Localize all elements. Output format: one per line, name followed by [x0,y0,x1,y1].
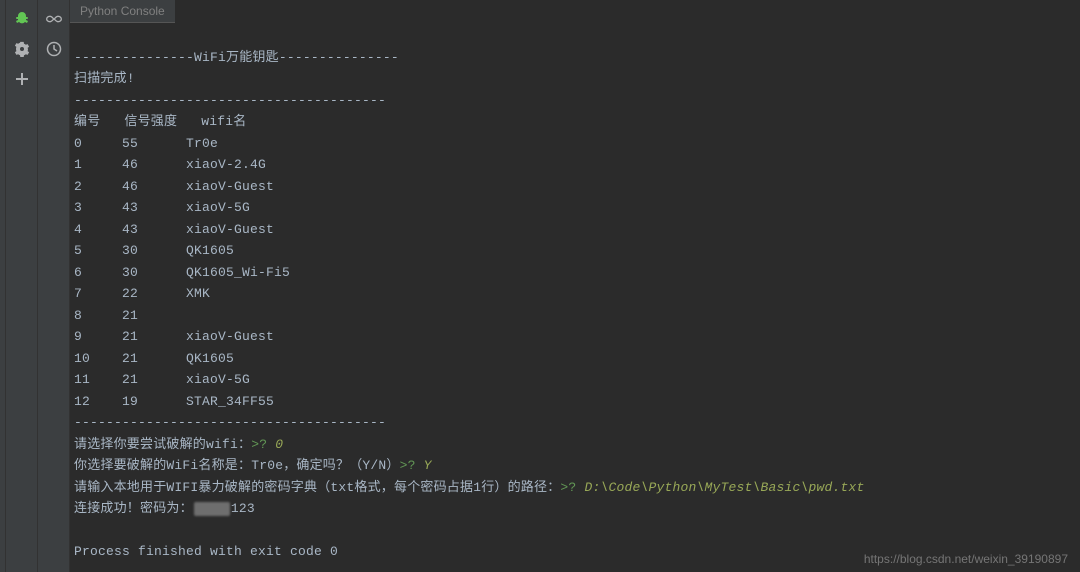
prompt-select: 请选择你要尝试破解的wifi：>? 0 [74,437,283,452]
infinity-icon[interactable] [45,10,63,28]
table-row: 8 21 [74,308,186,323]
history-icon[interactable] [45,40,63,58]
table-row: 2 46 xiaoV-Guest [74,179,274,194]
add-icon[interactable] [13,70,31,88]
toolbar-primary [6,0,38,572]
exit-code: Process finished with exit code 0 [74,544,338,559]
console-output: ---------------WiFi万能钥匙--------------- 扫… [70,23,1080,572]
table-row: 6 30 QK1605_Wi-Fi5 [74,265,290,280]
result-success: 连接成功！密码为：123 [74,501,255,516]
prompt-confirm: 你选择要破解的WiFi名称是：Tr0e，确定吗？（Y/N）>? Y [74,458,432,473]
console-area: Python Console ---------------WiFi万能钥匙--… [70,0,1080,572]
bug-icon[interactable] [13,10,31,28]
toolbar-secondary [38,0,70,572]
table-row: 1 46 xiaoV-2.4G [74,157,266,172]
table-row: 3 43 xiaoV-5G [74,200,250,215]
wifi-table: 0 55 Tr0e 1 46 xiaoV-2.4G 2 46 xiaoV-Gue… [74,133,1076,413]
blank-line [74,523,82,538]
table-row: 4 43 xiaoV-Guest [74,222,274,237]
table-row: 10 21 QK1605 [74,351,234,366]
watermark: https://blog.csdn.net/weixin_39190897 [864,552,1068,566]
console-tab[interactable]: Python Console [70,0,175,23]
table-header: 编号 信号强度 wifi名 [74,114,246,129]
table-row: 5 30 QK1605 [74,243,234,258]
divider-bottom: --------------------------------------- [74,415,386,430]
scan-complete: 扫描完成! [74,71,135,86]
header-divider: ---------------WiFi万能钥匙--------------- [74,50,399,65]
blurred-password [194,502,230,516]
table-row: 0 55 Tr0e [74,136,218,151]
table-row: 9 21 xiaoV-Guest [74,329,274,344]
table-row: 12 19 STAR_34FF55 [74,394,274,409]
prompt-dict: 请输入本地用于WIFI暴力破解的密码字典（txt格式，每个密码占据1行）的路径：… [74,480,864,495]
divider: --------------------------------------- [74,93,386,108]
settings-icon[interactable] [13,40,31,58]
table-row: 7 22 XMK [74,286,210,301]
table-row: 11 21 xiaoV-5G [74,372,250,387]
